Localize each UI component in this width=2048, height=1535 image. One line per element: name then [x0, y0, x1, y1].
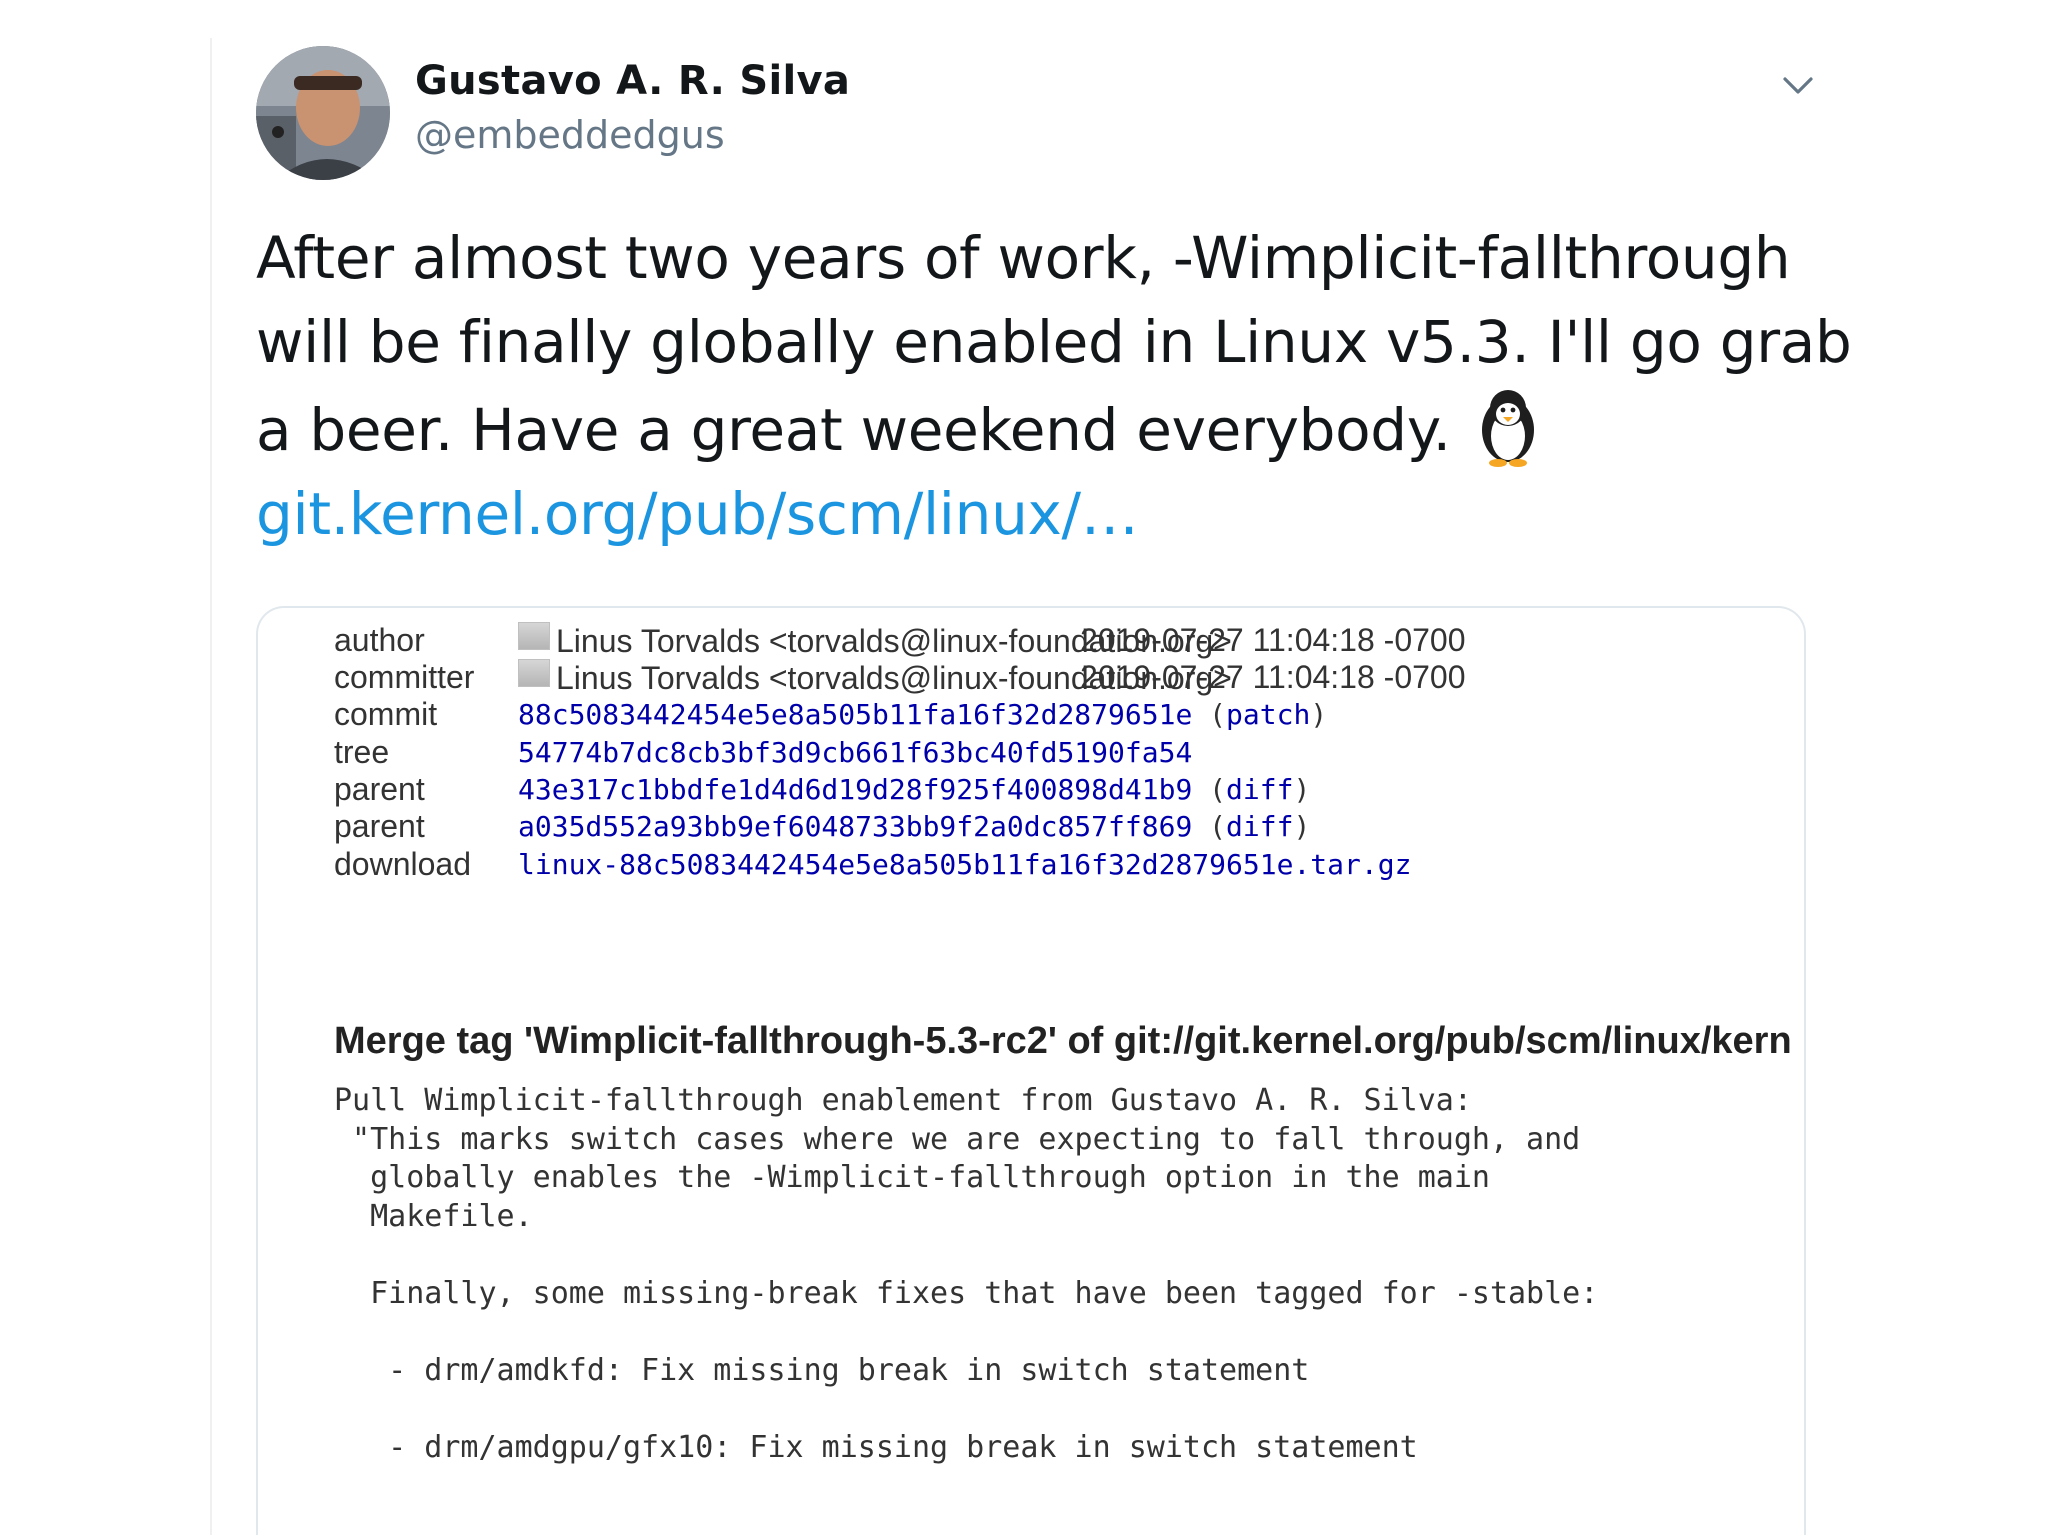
diff-link[interactable]: diff — [1226, 810, 1293, 843]
tweet-text-fragment: a beer. Have a great weekend everybody. — [256, 396, 1451, 464]
avatar[interactable] — [256, 46, 390, 180]
meta-label: commit — [334, 696, 438, 732]
tree-value: 54774b7dc8cb3bf3d9cb661f63bc40fd5190fa54 — [518, 734, 1192, 770]
display-name[interactable]: Gustavo A. R. Silva — [415, 58, 850, 104]
committer-date: 2019-07-27 11:04:18 -0700 — [1080, 659, 1466, 695]
meta-label: committer — [334, 659, 475, 695]
user-handle[interactable]: @embeddedgus — [415, 113, 725, 157]
meta-label: download — [334, 846, 471, 882]
tweet-link-line: git.kernel.org/pub/scm/linux/… — [256, 472, 1816, 556]
download-value: linux-88c5083442454e5e8a505b11fa16f32d28… — [518, 846, 1411, 882]
parent-value: a035d552a93bb9ef6048733bb9f2a0dc857ff869… — [518, 808, 1310, 844]
download-link[interactable]: linux-88c5083442454e5e8a505b11fa16f32d28… — [518, 848, 1411, 881]
tweet-text-line: will be finally globally enabled in Linu… — [256, 308, 1852, 376]
page: Gustavo A. R. Silva @embeddedgus After a… — [0, 0, 2048, 1535]
chevron-down-icon[interactable] — [1775, 63, 1821, 109]
tweet-link[interactable]: git.kernel.org/pub/scm/linux/… — [256, 480, 1139, 548]
penguin-emoji-icon — [1469, 384, 1547, 468]
meta-label: parent — [334, 808, 425, 844]
commit-extra: (patch) — [1192, 698, 1328, 731]
tree-hash-link[interactable]: 54774b7dc8cb3bf3d9cb661f63bc40fd5190fa54 — [518, 736, 1192, 769]
avatar-photo — [256, 46, 390, 180]
tweet-text-line: a beer. Have a great weekend everybody. — [256, 384, 1816, 472]
tweet-text: After almost two years of work, -Wimplic… — [256, 216, 1852, 556]
tweet-text-line: After almost two years of work, -Wimplic… — [256, 224, 1791, 292]
meta-label: parent — [334, 771, 425, 807]
parent-extra: (diff) — [1192, 773, 1311, 806]
patch-link[interactable]: patch — [1226, 698, 1310, 731]
meta-label: tree — [334, 734, 390, 770]
parent-hash-link[interactable]: 43e317c1bbdfe1d4d6d19d28f925f400898d41b9 — [518, 773, 1192, 806]
commit-hash-link[interactable]: 88c5083442454e5e8a505b11fa16f32d2879651e — [518, 698, 1192, 731]
diff-link[interactable]: diff — [1226, 773, 1293, 806]
author-date: 2019-07-27 11:04:18 -0700 — [1080, 622, 1466, 658]
tweet: Gustavo A. R. Silva @embeddedgus After a… — [210, 38, 1852, 1535]
link-preview-card[interactable]: author Linus Torvalds <torvalds@linux-fo… — [256, 606, 1806, 1535]
commit-message: Pull Wimplicit-fallthrough enablement fr… — [334, 1083, 1599, 1465]
parent-value: 43e317c1bbdfe1d4d6d19d28f925f400898d41b9… — [518, 771, 1310, 807]
gravatar-icon — [518, 659, 550, 687]
parent-hash-link[interactable]: a035d552a93bb9ef6048733bb9f2a0dc857ff869 — [518, 810, 1192, 843]
gravatar-icon — [518, 622, 550, 650]
parent-extra: (diff) — [1192, 810, 1311, 843]
commit-subject: Merge tag 'Wimplicit-fallthrough-5.3-rc2… — [334, 1020, 1792, 1062]
commit-value: 88c5083442454e5e8a505b11fa16f32d2879651e… — [518, 696, 1327, 732]
meta-label: author — [334, 622, 425, 658]
